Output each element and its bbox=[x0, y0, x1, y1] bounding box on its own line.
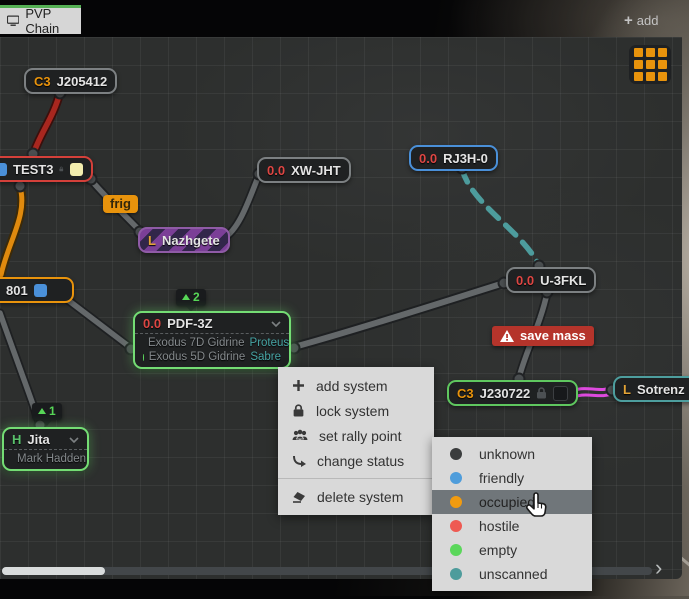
edge-801-pdf3z[interactable] bbox=[60, 294, 131, 348]
pilot-row: Exodus 5D Gidrine Sabre bbox=[135, 350, 289, 364]
system-name: PDF-3Z bbox=[167, 316, 213, 331]
edge-dashed-teal[interactable] bbox=[462, 169, 539, 265]
status-square-blue bbox=[34, 284, 47, 297]
system-node-xw-jht[interactable]: 0.0 XW-JHT bbox=[257, 157, 351, 183]
system-name: J230722 bbox=[480, 386, 531, 401]
system-name: U-3FKL bbox=[540, 273, 586, 288]
scrollbar-thumb[interactable] bbox=[2, 567, 105, 575]
system-name: Jita bbox=[27, 432, 49, 447]
pilot-row: Exodus 7D Gidrine Proteus bbox=[135, 336, 289, 350]
menu-item-change-status[interactable]: change status bbox=[278, 448, 434, 473]
system-name: XW-JHT bbox=[291, 163, 341, 178]
status-dot bbox=[450, 448, 462, 460]
pilot-row: Mark Hadden bbox=[4, 452, 87, 466]
pilot-name: Exodus 5D Gidrine bbox=[149, 351, 246, 363]
tab-label: PVP Chain bbox=[25, 6, 81, 36]
system-security: 0.0 bbox=[267, 163, 285, 178]
status-dot bbox=[450, 568, 462, 580]
plus-icon: + bbox=[624, 12, 633, 29]
lock-icon bbox=[536, 387, 547, 399]
kills-badge: 2 bbox=[176, 289, 206, 306]
status-square-dark bbox=[553, 386, 568, 401]
system-node-j205412[interactable]: C3 J205412 bbox=[24, 68, 117, 94]
chevron-down-icon[interactable] bbox=[69, 437, 79, 443]
grid-icon-button[interactable] bbox=[629, 45, 671, 84]
up-triangle-icon bbox=[182, 294, 190, 300]
tab-pvp-chain[interactable]: PVP Chain bbox=[0, 5, 81, 34]
system-name: Sotrenz bbox=[637, 382, 685, 397]
users-icon bbox=[292, 429, 308, 442]
menu-item-delete-system[interactable]: delete system bbox=[278, 484, 434, 509]
pilot-ship: Sabre bbox=[250, 351, 281, 363]
menu-item-set-rally-point[interactable]: set rally point bbox=[278, 423, 434, 448]
system-class: C3 bbox=[457, 386, 474, 401]
curved-arrow-icon bbox=[292, 454, 306, 467]
lock-icon bbox=[59, 163, 64, 175]
system-class: L bbox=[623, 382, 631, 397]
system-node-801[interactable]: 801 bbox=[0, 277, 74, 303]
status-dot bbox=[450, 544, 462, 556]
system-node-nazhgete[interactable]: L Nazhgete bbox=[138, 227, 230, 253]
warning-icon bbox=[500, 330, 514, 342]
menu-item-add-system[interactable]: add system bbox=[278, 373, 434, 398]
status-dot bbox=[450, 472, 462, 484]
pilot-dot bbox=[143, 354, 144, 361]
status-item-unscanned[interactable]: unscanned bbox=[432, 562, 592, 586]
system-name: Nazhgete bbox=[162, 233, 220, 248]
chevron-down-icon[interactable] bbox=[271, 321, 281, 327]
pilot-name: Exodus 7D Gidrine bbox=[148, 337, 245, 349]
system-class: H bbox=[12, 432, 21, 447]
pilot-ship: Proteus bbox=[250, 337, 290, 349]
menu-item-lock-system[interactable]: lock system bbox=[278, 398, 434, 423]
status-item-empty[interactable]: empty bbox=[432, 538, 592, 562]
pilot-name: Mark Hadden bbox=[17, 453, 86, 465]
add-map-button[interactable]: + add bbox=[624, 12, 658, 29]
up-triangle-icon bbox=[38, 408, 46, 414]
system-security: 0.0 bbox=[143, 316, 161, 331]
system-node-jita[interactable]: H Jita Mark Hadden bbox=[2, 427, 89, 471]
system-node-test3[interactable]: TEST3 bbox=[0, 156, 93, 182]
edge-pdf3z-u3fkl[interactable] bbox=[294, 283, 504, 347]
status-item-occupied[interactable]: occupied bbox=[432, 490, 592, 514]
status-square-blue bbox=[0, 163, 7, 176]
note-square-icon bbox=[70, 163, 83, 176]
system-name: TEST3 bbox=[13, 162, 53, 177]
system-node-u-3fkl[interactable]: 0.0 U-3FKL bbox=[506, 267, 596, 293]
status-item-unknown[interactable]: unknown bbox=[432, 442, 592, 466]
monitor-icon bbox=[7, 15, 19, 27]
add-label: add bbox=[637, 13, 659, 28]
menu-separator bbox=[278, 478, 434, 479]
system-security: 0.0 bbox=[419, 151, 437, 166]
context-menu: add system lock system set rally point c… bbox=[278, 367, 434, 515]
edge-critical-red[interactable] bbox=[33, 92, 60, 155]
system-name: 801 bbox=[6, 283, 28, 298]
system-security: 0.0 bbox=[516, 273, 534, 288]
kills-badge: 1 bbox=[32, 403, 62, 420]
system-class: C3 bbox=[34, 74, 51, 89]
scroll-right-chevron[interactable]: › bbox=[655, 555, 662, 581]
lock-icon bbox=[292, 404, 305, 417]
system-node-pdf-3z[interactable]: 0.0 PDF-3Z Exodus 7D Gidrine Proteus Exo… bbox=[133, 311, 291, 369]
save-mass-badge: save mass bbox=[492, 326, 594, 346]
frig-edge-label: frig bbox=[103, 195, 138, 213]
system-name: RJ3H-0 bbox=[443, 151, 488, 166]
hand-cursor bbox=[524, 492, 550, 520]
system-class: L bbox=[148, 233, 156, 248]
status-item-hostile[interactable]: hostile bbox=[432, 514, 592, 538]
status-submenu: unknown friendly occupied hostile empty … bbox=[432, 437, 592, 591]
plus-icon bbox=[292, 379, 305, 392]
status-item-friendly[interactable]: friendly bbox=[432, 466, 592, 490]
system-name: J205412 bbox=[57, 74, 108, 89]
system-node-j230722[interactable]: C3 J230722 bbox=[447, 380, 578, 406]
eraser-icon bbox=[292, 490, 306, 503]
status-dot bbox=[450, 496, 462, 508]
system-node-sotrenz[interactable]: L Sotrenz bbox=[613, 376, 689, 402]
status-dot bbox=[450, 520, 462, 532]
system-node-rj3h-0[interactable]: 0.0 RJ3H-0 bbox=[409, 145, 498, 171]
